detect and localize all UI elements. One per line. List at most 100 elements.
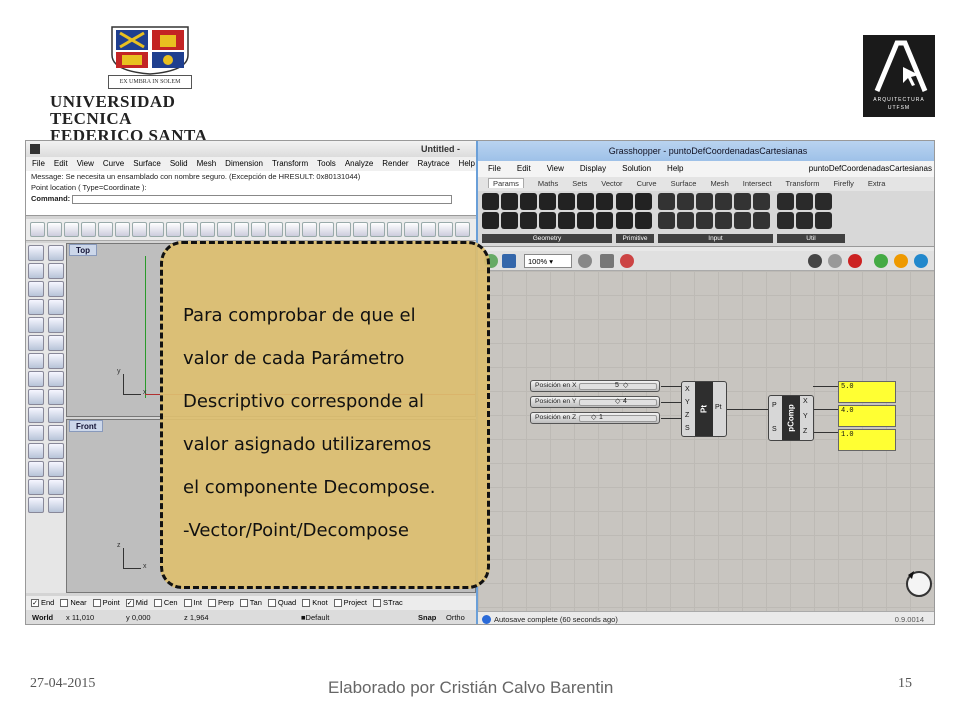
rhino-tool-icon[interactable] [183,222,198,237]
rhino-command-input[interactable] [72,194,453,204]
rhino-tool-icon[interactable] [166,222,181,237]
rhino-side-tool-icon[interactable] [48,371,64,387]
rhino-tool-icon[interactable] [234,222,249,237]
gh-menu-item[interactable]: View [547,164,564,173]
gh-tab[interactable]: Vector [601,179,622,188]
rhino-menu-item[interactable]: File [32,157,45,171]
gh-ribbon-icon[interactable] [796,212,813,229]
pcomp-output-z[interactable]: Z [803,428,807,435]
rhino-menu-item[interactable]: Tools [317,157,336,171]
gh-ribbon-icon[interactable] [501,212,518,229]
rhino-tool-icon[interactable] [387,222,402,237]
gh-ribbon-icon[interactable] [658,193,675,210]
rhino-tool-icon[interactable] [98,222,113,237]
gh-ribbon-icon[interactable] [734,193,751,210]
rhino-side-tool-icon[interactable] [48,245,64,261]
pt-input-z[interactable]: Z [685,412,689,419]
rhino-side-tool-icon[interactable] [28,407,44,423]
rhino-tool-icon[interactable] [353,222,368,237]
gh-color-icon[interactable] [620,254,634,268]
gh-tab[interactable]: Sets [572,179,587,188]
osnap-option[interactable]: Knot [302,596,328,610]
gh-doc-name[interactable]: puntoDefCoordenadasCartesianas [809,161,932,177]
viewport-front-label[interactable]: Front [69,420,104,432]
gh-ribbon-icon[interactable] [815,193,832,210]
slider-y-handle[interactable]: ◇ [615,397,620,407]
gh-globe-icon[interactable] [914,254,928,268]
rhino-tool-icon[interactable] [64,222,79,237]
gh-bake-icon[interactable] [894,254,908,268]
gh-ribbon-icon[interactable] [520,212,537,229]
gh-ribbon-icon[interactable] [539,212,556,229]
rhino-side-tool-icon[interactable] [48,497,64,513]
osnap-option[interactable]: Tan [239,596,262,610]
slider-x-handle[interactable]: ◇ [623,381,628,391]
rhino-tool-icon[interactable] [200,222,215,237]
osnap-option[interactable]: ✓ End [31,596,54,610]
rhino-tool-icon[interactable] [370,222,385,237]
panel-z[interactable]: 1.0 [838,429,896,451]
gh-menu-item[interactable]: Edit [517,164,531,173]
osnap-checkbox[interactable] [239,599,248,608]
gh-tab[interactable]: Surface [671,179,697,188]
gh-zoom-select[interactable]: 100% ▾ [524,254,572,268]
osnap-option[interactable]: STrac [373,596,403,610]
osnap-option[interactable]: Near [60,596,87,610]
rhino-menu-item[interactable]: Curve [103,157,124,171]
pt-input-y[interactable]: Y [685,399,690,406]
rhino-side-tool-icon[interactable] [48,317,64,333]
gh-ribbon-icon[interactable] [635,212,652,229]
gh-tab[interactable]: Intersect [743,179,772,188]
rhino-tool-icon[interactable] [285,222,300,237]
slider-x[interactable]: Posición en X 5 ◇ [530,380,660,392]
rhino-menu-item[interactable]: Edit [54,157,68,171]
panel-x[interactable]: 5.0 [838,381,896,403]
status-snap[interactable]: Snap [418,610,436,624]
gh-ribbon-icon[interactable] [596,212,613,229]
gh-ribbon-icon[interactable] [482,212,499,229]
rhino-tool-icon[interactable] [438,222,453,237]
osnap-checkbox[interactable] [373,599,382,608]
rhino-tool-icon[interactable] [421,222,436,237]
gh-ribbon-icon[interactable] [635,193,652,210]
gh-pan-icon[interactable] [578,254,592,268]
gh-tab[interactable]: Firefly [833,179,853,188]
rhino-menu-item[interactable]: View [77,157,94,171]
pt-input-x[interactable]: X [685,386,690,393]
gh-ribbon-icon[interactable] [734,212,751,229]
gh-ribbon-icon[interactable] [715,193,732,210]
gh-sketch-icon[interactable] [600,254,614,268]
gh-ribbon-icon[interactable] [577,212,594,229]
gh-ribbon-icon[interactable] [753,193,770,210]
gh-preview-off-icon[interactable] [808,254,822,268]
gh-ribbon-icon[interactable] [616,193,633,210]
rhino-side-tool-icon[interactable] [28,317,44,333]
rhino-side-tool-icon[interactable] [28,389,44,405]
rhino-side-tool-icon[interactable] [48,299,64,315]
rhino-tool-icon[interactable] [251,222,266,237]
osnap-checkbox[interactable] [92,599,101,608]
gh-menu-item[interactable]: Help [667,164,683,173]
rhino-menu-item[interactable]: Transform [272,157,308,171]
rhino-tool-icon[interactable] [268,222,283,237]
rhino-side-tool-icon[interactable] [48,407,64,423]
rhino-side-tool-icon[interactable] [28,281,44,297]
gh-ribbon-icon[interactable] [677,193,694,210]
rhino-side-tool-icon[interactable] [48,461,64,477]
gh-ribbon-icon[interactable] [796,193,813,210]
gh-save-icon[interactable] [502,254,516,268]
rhino-menu-item[interactable]: Analyze [345,157,373,171]
gh-tab[interactable]: Mesh [710,179,728,188]
osnap-checkbox[interactable]: ✓ [125,599,134,608]
gh-menu-item[interactable]: Display [580,164,606,173]
rhino-tool-icon[interactable] [149,222,164,237]
gh-ribbon-icon[interactable] [501,193,518,210]
gh-ribbon-icon[interactable] [777,212,794,229]
gh-ribbon-icon[interactable] [815,212,832,229]
rhino-tool-icon[interactable] [404,222,419,237]
rhino-menu-item[interactable]: Surface [133,157,161,171]
gh-preview-shaded-icon[interactable] [848,254,862,268]
rhino-side-tool-icon[interactable] [28,245,44,261]
rhino-tool-icon[interactable] [217,222,232,237]
gh-ribbon-icon[interactable] [715,212,732,229]
